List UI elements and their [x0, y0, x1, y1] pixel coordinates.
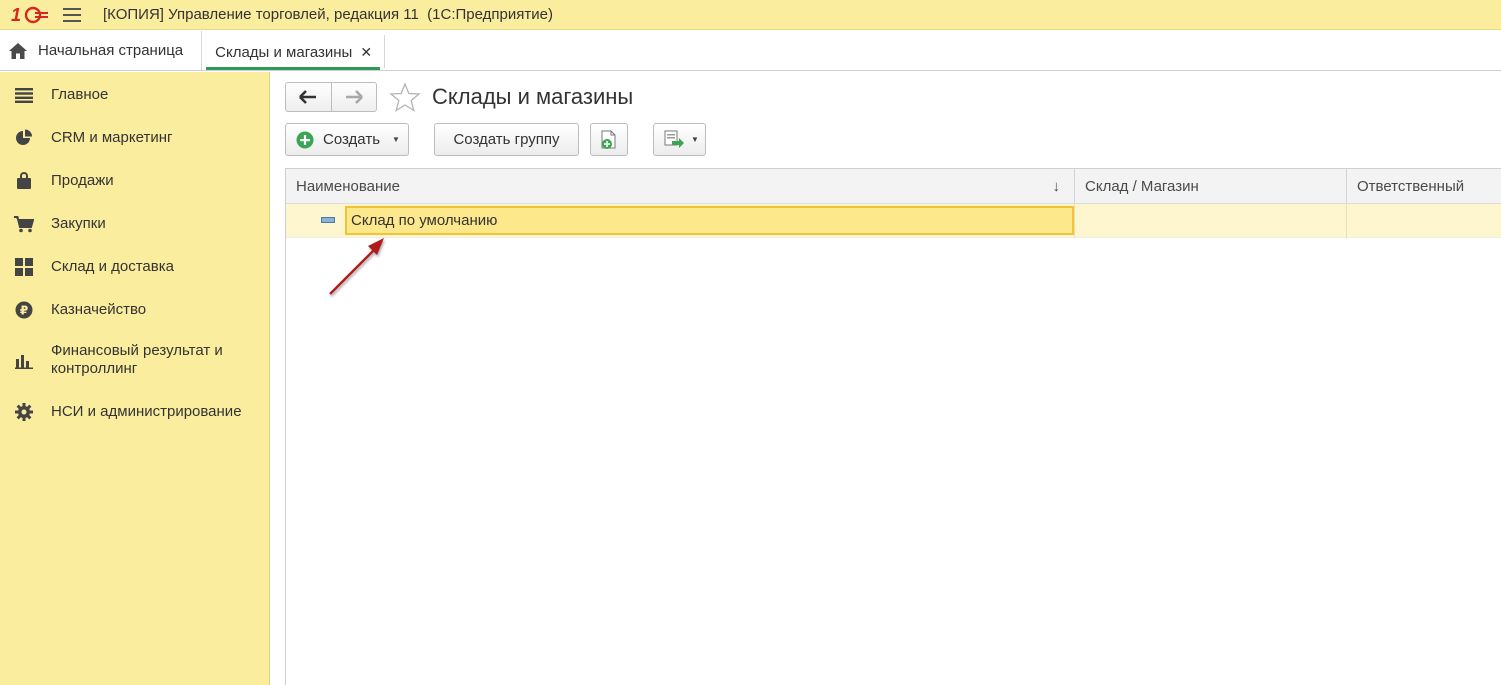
sidebar-item-admin[interactable]: НСИ и администрирование: [0, 399, 269, 425]
tab-warehouses-label: Склады и магазины: [215, 43, 353, 61]
page-title: Склады и магазины: [432, 84, 634, 109]
back-button[interactable]: [286, 83, 331, 111]
dropdown-caret-icon: ▼: [392, 135, 400, 144]
column-header-label: Склад / Магазин: [1085, 177, 1199, 195]
dropdown-caret-icon: ▼: [691, 135, 699, 144]
warehouses-table: Наименование ↓ Склад / Магазин Ответстве…: [285, 168, 1501, 685]
tab-divider: [384, 35, 386, 68]
sidebar-item-label: НСИ и администрирование: [51, 403, 242, 420]
pie-chart-icon: [14, 128, 34, 148]
sidebar-item-label: Склад и доставка: [51, 258, 174, 275]
sidebar-item-label: Продажи: [51, 172, 114, 189]
bar-chart-icon: [14, 351, 34, 371]
menu-lines-icon: [14, 85, 34, 105]
sort-desc-icon: ↓: [1052, 177, 1061, 195]
sidebar-item-sales[interactable]: Продажи: [0, 168, 269, 194]
column-divider: [1074, 204, 1075, 238]
column-divider: [1346, 204, 1347, 238]
column-header-responsible[interactable]: Ответственный: [1347, 169, 1501, 203]
1c-logo: 1: [11, 5, 49, 25]
annotation-arrow-icon: [329, 238, 384, 295]
favorite-star-icon[interactable]: [389, 82, 421, 112]
sidebar-item-warehouse[interactable]: Склад и доставка: [0, 254, 269, 280]
sidebar-item-label: Финансовый результат и: [51, 342, 223, 359]
sidebar-item-label: CRM и маркетинг: [51, 129, 173, 146]
svg-text:1: 1: [11, 5, 21, 25]
plus-circle-icon: [296, 131, 314, 148]
tab-bar: Начальная страница Склады и магазины ✕: [0, 31, 1501, 71]
create-group-button[interactable]: Создать группу: [434, 123, 579, 156]
create-button-label: Создать: [323, 131, 381, 148]
sidebar: Главное CRM и маркетинг Продажи Закупки …: [0, 72, 270, 685]
sidebar-item-main[interactable]: Главное: [0, 82, 269, 108]
sidebar-item-label: Главное: [51, 86, 109, 103]
gear-icon: [14, 402, 34, 422]
create-button[interactable]: Создать ▼: [285, 123, 409, 156]
forward-button[interactable]: [330, 83, 377, 111]
column-header-store[interactable]: Склад / Магазин: [1075, 169, 1345, 203]
sidebar-item-crm[interactable]: CRM и маркетинг: [0, 125, 269, 151]
copy-item-button[interactable]: [590, 123, 628, 156]
report-print-icon: [664, 130, 684, 148]
ruble-coin-icon: ₽: [14, 300, 34, 320]
cell-name-selected[interactable]: Склад по умолчанию: [345, 206, 1074, 235]
svg-text:₽: ₽: [20, 304, 28, 318]
sidebar-item-label: Закупки: [51, 215, 106, 232]
table-header: Наименование ↓ Склад / Магазин Ответстве…: [286, 169, 1501, 204]
title-bar: 1 [КОПИЯ] Управление торговлей, редакция…: [0, 0, 1501, 30]
tab-home-label: Начальная страница: [38, 42, 184, 59]
table-row[interactable]: Склад по умолчанию: [286, 204, 1501, 238]
cell-name-text: Склад по умолчанию: [351, 212, 498, 229]
close-tab-icon[interactable]: ✕: [360, 44, 372, 61]
app-title: [КОПИЯ] Управление торговлей, редакция 1…: [103, 6, 553, 23]
sidebar-item-label: Казначейство: [51, 301, 147, 318]
report-button[interactable]: ▼: [653, 123, 706, 156]
column-header-label: Наименование: [296, 177, 400, 195]
sidebar-item-label-line2: контроллинг: [51, 360, 138, 377]
history-nav: [285, 82, 377, 112]
sidebar-item-financial[interactable]: Финансовый результат и контроллинг: [0, 342, 269, 380]
home-icon: [9, 42, 27, 59]
cart-icon: [14, 214, 34, 234]
warehouse-grid-icon: [14, 257, 34, 277]
tab-warehouses[interactable]: Склады и магазины ✕: [206, 37, 381, 70]
tab-home[interactable]: Начальная страница: [0, 31, 203, 70]
sidebar-item-treasury[interactable]: ₽ Казначейство: [0, 297, 269, 323]
shopping-bag-icon: [14, 171, 34, 191]
column-header-label: Ответственный: [1357, 177, 1465, 195]
main-menu-icon[interactable]: [63, 7, 81, 22]
create-group-button-label: Создать группу: [453, 131, 560, 148]
arrow-left-icon: [299, 90, 317, 104]
new-document-icon: [601, 130, 616, 149]
arrow-right-icon: [345, 90, 363, 104]
item-marker-icon: [321, 217, 335, 223]
sidebar-item-purchases[interactable]: Закупки: [0, 211, 269, 237]
column-header-name[interactable]: Наименование ↓: [286, 169, 1074, 203]
